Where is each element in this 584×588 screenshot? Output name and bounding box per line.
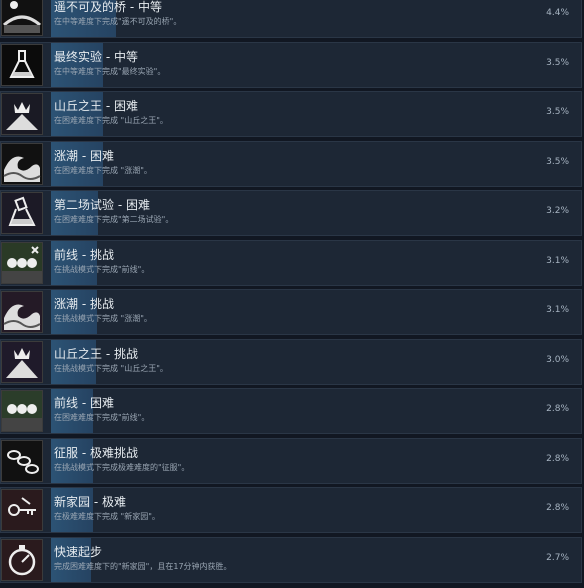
achievement-title: 涨潮 - 困难	[54, 148, 114, 163]
achievement-desc: 在挑战模式下完成 "涨潮"。	[54, 314, 152, 323]
achievement-desc: 在挑战模式下完成 "山丘之王"。	[54, 363, 168, 373]
skulls-icon	[1, 241, 43, 284]
achievement-row[interactable]: 山丘之王 - 困难 在困难难度下完成 "山丘之王"。 3.5%	[0, 91, 582, 137]
achievement-percent: 4.4%	[546, 8, 569, 18]
achievement-desc: 在极难难度下完成 "新家园"。	[54, 512, 160, 521]
achievement-title: 山丘之王 - 挑战	[54, 346, 138, 361]
achievement-percent: 3.5%	[546, 107, 569, 117]
achievement-percent: 2.7%	[546, 552, 569, 563]
achievement-row[interactable]: 征服 - 极难挑战 在挑战模式下完成极难难度的"征服"。 2.8%	[0, 437, 582, 484]
achievement-row[interactable]: 涨潮 - 困难 在困难难度下完成 "涨潮"。 3.5%	[0, 140, 582, 187]
achievement-percent: 3.0%	[546, 354, 569, 365]
achievement-desc: 在中等难度下完成"遥不可及的桥"。	[54, 17, 182, 26]
achievement-percent: 2.8%	[546, 503, 569, 513]
achievement-title: 征服 - 极难挑战	[54, 445, 138, 460]
wave-icon	[1, 291, 43, 333]
achievement-desc: 在困难难度下完成 "涨潮"。	[54, 165, 152, 175]
crown-mountain-icon	[1, 93, 43, 135]
achievement-percent: 2.8%	[546, 453, 569, 464]
achievement-row[interactable]: 山丘之王 - 挑战 在挑战模式下完成 "山丘之王"。 3.0%	[0, 338, 582, 385]
achievement-title: 最终实验 - 中等	[54, 49, 138, 64]
achievement-percent: 2.8%	[546, 404, 569, 414]
stopwatch-icon	[1, 538, 43, 581]
achievement-row[interactable]: 前线 - 困难 在困难难度下完成"前线"。 2.8%	[0, 388, 582, 434]
achievement-title: 第二场试验 - 困难	[54, 198, 150, 212]
wave-icon	[1, 142, 43, 185]
achievement-row[interactable]: 涨潮 - 挑战 在挑战模式下完成 "涨潮"。 3.1%	[0, 289, 582, 335]
achievement-title: 前线 - 挑战	[54, 247, 114, 262]
achievement-row[interactable]: 前线 - 挑战 在挑战模式下完成"前线"。 3.1%	[0, 239, 582, 286]
keys-icon	[1, 489, 43, 531]
achievement-desc: 在困难难度下完成 "山丘之王"。	[54, 116, 168, 125]
flask-icon	[1, 43, 43, 86]
achievement-title: 前线 - 困难	[54, 396, 114, 410]
achievement-desc: 在挑战模式下完成极难难度的"征服"。	[54, 462, 190, 472]
achievement-percent: 3.5%	[546, 57, 569, 68]
achievement-desc: 在中等难度下完成"最终实验"。	[54, 66, 166, 76]
achievement-row[interactable]: 最终实验 - 中等 在中等难度下完成"最终实验"。 3.5%	[0, 41, 582, 88]
chains-icon	[1, 439, 43, 482]
achievement-desc: 在挑战模式下完成"前线"。	[54, 264, 150, 274]
achievement-desc: 完成困难难度下的"新家园"，且在17分钟内获胜。	[54, 561, 232, 571]
achievement-title: 涨潮 - 挑战	[54, 297, 114, 311]
achievement-desc: 在困难难度下完成"前线"。	[54, 413, 150, 422]
achievement-percent: 3.1%	[546, 305, 569, 315]
bridge-icon	[1, 0, 43, 36]
achievement-desc: 在困难难度下完成"第二场试验"。	[54, 215, 174, 224]
achievement-percent: 3.5%	[546, 156, 569, 167]
achievement-row[interactable]: 快速起步 完成困难难度下的"新家园"，且在17分钟内获胜。 2.7%	[0, 536, 582, 583]
achievement-row[interactable]: 遥不可及的桥 - 中等 在中等难度下完成"遥不可及的桥"。 4.4%	[0, 0, 582, 38]
achievement-title: 山丘之王 - 困难	[54, 99, 138, 113]
achievement-row[interactable]: 新家园 - 极难 在极难难度下完成 "新家园"。 2.8%	[0, 487, 582, 533]
achievement-percent: 3.2%	[546, 206, 569, 216]
achievement-title: 遥不可及的桥 - 中等	[54, 0, 162, 14]
achievement-row[interactable]: 第二场试验 - 困难 在困难难度下完成"第二场试验"。 3.2%	[0, 190, 582, 236]
flask-icon	[1, 192, 43, 234]
skulls-icon	[1, 390, 43, 432]
achievement-title: 快速起步	[54, 544, 103, 559]
achievement-percent: 3.1%	[546, 255, 569, 266]
crown-mountain-icon	[1, 340, 43, 383]
achievement-title: 新家园 - 极难	[54, 495, 126, 509]
